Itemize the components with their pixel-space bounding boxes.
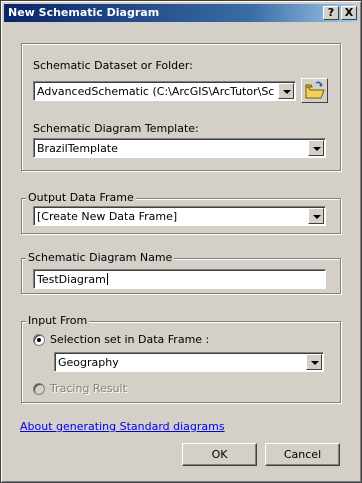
data-frame-combo[interactable]: Geography <box>54 352 324 372</box>
title-bar: New Schematic Diagram ? X <box>4 4 358 22</box>
input-from-legend: Input From <box>26 314 90 327</box>
ok-button[interactable]: OK <box>182 443 257 466</box>
output-frame-value: [Create New Data Frame] <box>37 210 178 223</box>
cancel-button[interactable]: Cancel <box>265 443 340 466</box>
template-label: Schematic Diagram Template: <box>33 122 199 135</box>
output-frame-combo[interactable]: [Create New Data Frame] <box>33 206 326 226</box>
window-title: New Schematic Diagram <box>8 6 160 19</box>
chevron-down-icon[interactable] <box>278 83 294 99</box>
text-caret <box>106 273 108 285</box>
selection-set-label[interactable]: Selection set in Data Frame : <box>50 333 209 346</box>
template-combo[interactable]: BrazilTemplate <box>33 138 326 158</box>
dataset-value: AdvancedSchematic (C:\ArcGIS\ArcTutor\Sc… <box>37 85 275 98</box>
chevron-down-icon[interactable] <box>308 140 324 156</box>
help-link[interactable]: About generating Standard diagrams <box>20 420 225 433</box>
diagram-name-legend: Schematic Diagram Name <box>26 251 175 264</box>
template-value: BrazilTemplate <box>37 142 118 155</box>
help-button[interactable]: ? <box>323 6 339 20</box>
selection-set-radio[interactable] <box>33 334 45 346</box>
tracing-result-label: Tracing Result <box>50 382 127 395</box>
data-frame-value: Geography <box>58 356 119 369</box>
browse-folder-button[interactable] <box>301 78 328 103</box>
radio-selected-dot <box>37 338 41 342</box>
output-frame-legend: Output Data Frame <box>26 191 136 204</box>
dataset-label: Schematic Dataset or Folder: <box>33 59 193 72</box>
close-button[interactable]: X <box>341 6 357 20</box>
chevron-down-icon[interactable] <box>306 354 322 370</box>
new-schematic-diagram-dialog: New Schematic Diagram ? X Schematic Data… <box>0 0 362 483</box>
chevron-down-icon[interactable] <box>308 208 324 224</box>
diagram-name-value: TestDiagram <box>37 273 106 286</box>
tracing-result-radio <box>33 383 45 395</box>
diagram-name-input[interactable]: TestDiagram <box>33 269 326 289</box>
dataset-combo[interactable]: AdvancedSchematic (C:\ArcGIS\ArcTutor\Sc… <box>33 81 296 101</box>
open-folder-icon <box>305 81 325 99</box>
